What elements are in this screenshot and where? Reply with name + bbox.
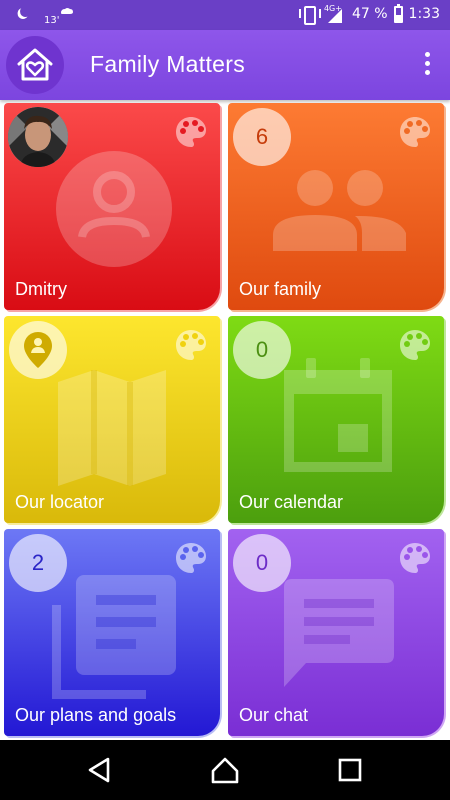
avatar[interactable] — [8, 107, 68, 167]
map-icon — [58, 370, 166, 486]
app-logo[interactable] — [6, 36, 64, 94]
weather-moon-icon — [18, 4, 32, 18]
status-right: 4G+ 47 % 1:33 — [298, 3, 440, 25]
tile-label: Our family — [239, 279, 322, 299]
calendar-count-badge: 0 — [233, 321, 291, 379]
cloud-rain-icon — [61, 8, 73, 14]
clock: 1:33 — [408, 6, 440, 22]
overflow-menu-icon[interactable] — [420, 52, 434, 78]
battery-percent: 47 % — [351, 6, 388, 22]
status-bar: 13' 4G+ 47 % 1:33 — [0, 0, 450, 30]
signal-icon: 4G+ — [324, 5, 346, 23]
tile-label: Our locator — [15, 492, 105, 512]
location-pin-icon — [24, 332, 52, 368]
tile-calendar[interactable]: 0 Our calendar — [225, 313, 447, 526]
palette-icon[interactable] — [174, 541, 208, 575]
nav-bar — [0, 740, 450, 800]
tile-label: Dmitry — [15, 279, 67, 299]
battery-icon — [393, 3, 403, 23]
chat-icon — [284, 579, 394, 687]
tile-plans[interactable]: 2 Our plans and goals — [1, 526, 223, 739]
vibrate-icon — [298, 5, 321, 25]
tile-label: Our chat — [239, 705, 309, 725]
tile-grid: Dmitry 6 Our family Our locator 0 Our ca… — [0, 100, 450, 740]
plans-count-badge: 2 — [9, 534, 67, 592]
tile-label: Our calendar — [239, 492, 344, 512]
news-icon — [52, 575, 176, 699]
palette-icon[interactable] — [398, 328, 432, 362]
palette-icon[interactable] — [398, 541, 432, 575]
family-count-badge: 6 — [233, 108, 291, 166]
calendar-icon — [284, 358, 392, 472]
tile-locator[interactable]: Our locator — [1, 313, 223, 526]
status-left: 13' — [14, 4, 73, 26]
palette-icon[interactable] — [174, 328, 208, 362]
app-bar: Family Matters — [0, 30, 450, 100]
home-heart-icon — [17, 48, 53, 81]
location-badge[interactable] — [9, 321, 67, 379]
person-icon — [56, 151, 172, 267]
app-title: Family Matters — [90, 51, 245, 77]
palette-icon[interactable] — [174, 115, 208, 149]
group-icon — [273, 170, 406, 251]
back-icon[interactable] — [84, 754, 116, 786]
home-icon[interactable] — [209, 754, 241, 786]
tile-label: Our plans and goals — [15, 705, 177, 725]
tile-family[interactable]: 6 Our family — [225, 100, 447, 313]
tile-chat[interactable]: 0 Our chat — [225, 526, 447, 739]
tile-user[interactable]: Dmitry — [1, 100, 223, 313]
palette-icon[interactable] — [398, 115, 432, 149]
recents-icon[interactable] — [334, 754, 366, 786]
chat-count-badge: 0 — [233, 534, 291, 592]
